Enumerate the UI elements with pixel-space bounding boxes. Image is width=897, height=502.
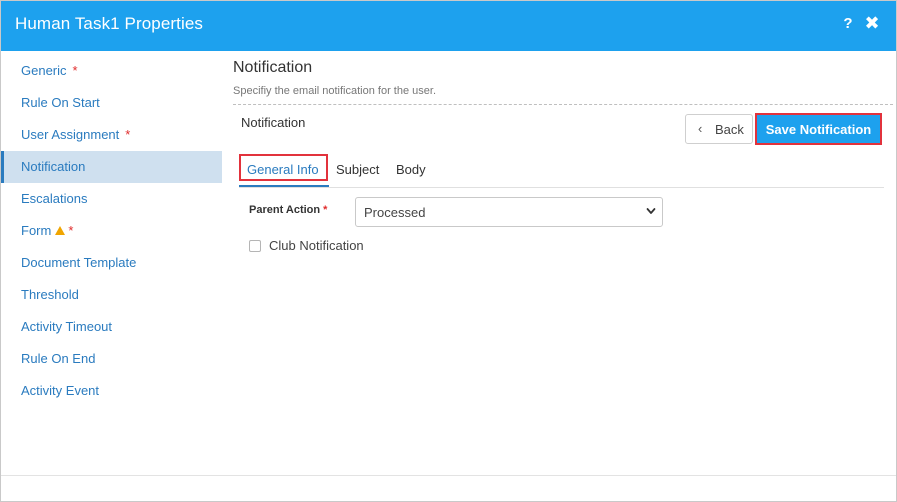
footer-divider	[1, 475, 896, 476]
back-button[interactable]: ‹ Back	[685, 114, 753, 144]
sidebar: Generic * Rule On Start User Assignment * …	[1, 51, 222, 475]
sidebar-item-label: User Assignment	[21, 127, 120, 142]
sidebar-item-label: Activity Event	[21, 383, 100, 398]
warning-icon	[55, 226, 66, 235]
tab-bar: General Info Subject Body	[239, 153, 884, 188]
required-marker: *	[323, 204, 328, 216]
sidebar-item-threshold[interactable]: Threshold	[1, 279, 222, 311]
sidebar-item-label: Document Template	[21, 255, 137, 270]
chevron-down-icon	[646, 208, 656, 214]
dialog-title: Human Task1 Properties	[15, 14, 204, 33]
sidebar-item-label: Form	[21, 223, 52, 238]
sidebar-item-label: Notification	[21, 159, 86, 174]
tab-general-info[interactable]: General Info	[239, 153, 329, 187]
dialog-header: Human Task1 Properties ? ✖	[1, 1, 896, 51]
club-notification-label: Club Notification	[269, 238, 364, 253]
parent-action-value: Processed	[364, 205, 426, 220]
parent-action-label-text: Parent Action	[249, 204, 321, 216]
sub-heading: Notification	[241, 115, 306, 130]
sidebar-item-label: Threshold	[21, 287, 79, 302]
close-icon[interactable]: ✖	[863, 13, 881, 33]
sidebar-item-form[interactable]: Form *	[1, 215, 222, 247]
parent-action-select[interactable]: Processed	[355, 197, 663, 227]
sidebar-item-label: Rule On End	[21, 351, 96, 366]
save-notification-button[interactable]: Save Notification	[755, 113, 882, 145]
back-button-label: Back	[715, 122, 744, 137]
tab-body[interactable]: Body	[396, 153, 436, 187]
sidebar-item-document-template[interactable]: Document Template	[1, 247, 222, 279]
sidebar-item-label: Activity Timeout	[21, 319, 113, 334]
sidebar-item-user-assignment[interactable]: User Assignment *	[1, 119, 222, 151]
tab-label: General Info	[247, 162, 319, 177]
section-subtitle: Specifiy the email notification for the …	[233, 85, 436, 97]
club-notification-checkbox[interactable]	[249, 240, 261, 252]
help-icon[interactable]: ?	[839, 15, 857, 35]
sidebar-item-rule-on-end[interactable]: Rule On End	[1, 343, 222, 375]
parent-action-label: Parent Action *	[249, 204, 327, 216]
sidebar-item-label: Escalations	[21, 191, 88, 206]
required-marker: *	[125, 127, 131, 142]
sidebar-item-label: Rule On Start	[21, 95, 100, 110]
sidebar-item-generic[interactable]: Generic *	[1, 55, 222, 87]
tab-subject[interactable]: Subject	[336, 153, 386, 187]
required-marker: *	[68, 223, 74, 238]
sidebar-item-label: Generic	[21, 63, 67, 78]
tab-label: Body	[396, 162, 426, 177]
sidebar-item-rule-on-start[interactable]: Rule On Start	[1, 87, 222, 119]
sidebar-item-activity-event[interactable]: Activity Event	[1, 375, 222, 407]
sidebar-item-activity-timeout[interactable]: Activity Timeout	[1, 311, 222, 343]
sidebar-item-notification[interactable]: Notification	[1, 151, 222, 183]
sidebar-item-escalations[interactable]: Escalations	[1, 183, 222, 215]
chevron-left-icon: ‹	[698, 121, 703, 136]
required-marker: *	[72, 63, 78, 78]
properties-dialog: Human Task1 Properties ? ✖ Generic * Rule…	[0, 0, 897, 502]
tab-label: Subject	[336, 162, 380, 177]
section-title: Notification	[233, 59, 313, 76]
divider	[233, 104, 893, 105]
save-notification-label: Save Notification	[765, 122, 872, 137]
